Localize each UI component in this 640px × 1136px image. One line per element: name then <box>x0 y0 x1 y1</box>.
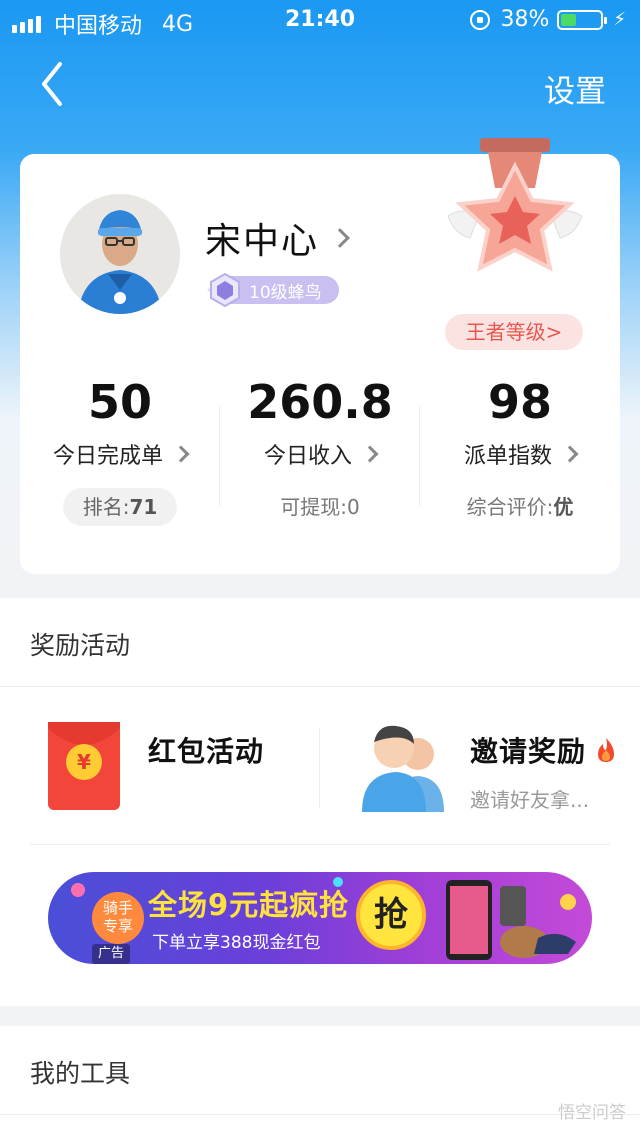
stat-dispatch-link[interactable]: 派单指数 <box>420 438 620 470</box>
stat-label: 今日收入 <box>263 444 352 469</box>
stat-value: 260.8 <box>247 375 393 429</box>
level-label: 10级蜂鸟 <box>249 282 322 303</box>
chevron-right-icon <box>330 228 350 248</box>
rating-label: 综合评价: <box>466 495 554 519</box>
stat-completed-orders: 50 今日完成单 排名:71 <box>20 372 220 526</box>
user-name: 宋中心 <box>205 221 320 262</box>
rank-pill: 排名:71 <box>62 488 178 526</box>
stat-value: 50 <box>87 375 152 429</box>
withdrawable-label: 可提现: <box>280 495 347 519</box>
medal-icon <box>447 138 583 272</box>
rewards-section: 奖励活动 ¥ 红包活动 邀请奖励 邀请好友拿... 骑手 专享 全场9元起疯抢 … <box>0 598 640 1006</box>
section-title: 奖励活动 <box>30 631 131 660</box>
chevron-left-icon <box>42 62 62 106</box>
tag-line: 专享 <box>102 917 133 935</box>
chevron-right-icon <box>561 445 579 463</box>
divider <box>0 1114 640 1115</box>
users-icon <box>362 725 444 812</box>
nav-bar: 设置 <box>0 44 640 128</box>
invite-reward[interactable]: 邀请奖励 邀请好友拿... <box>320 716 640 826</box>
stat-dispatch-index: 98 派单指数 综合评价:优 <box>420 372 620 526</box>
charging-icon: ⚡ <box>613 9 626 30</box>
reward-subtitle: 邀请好友拿... <box>470 788 590 812</box>
tools-section: 我的工具 <box>0 1026 640 1136</box>
stat-income-link[interactable]: 今日收入 <box>220 438 420 470</box>
ad-label: 广告 <box>92 944 131 964</box>
battery-icon <box>557 9 608 30</box>
status-bar: 中国移动 4G 21:40 38% ⚡ <box>0 0 640 40</box>
profile-name-link[interactable]: 宋中心 <box>205 212 350 264</box>
stat-label: 派单指数 <box>463 444 552 469</box>
back-button[interactable] <box>30 56 80 112</box>
withdrawable-value: 0 <box>347 495 360 519</box>
level-badge: 10级蜂鸟 <box>207 272 339 308</box>
king-level-button[interactable]: 王者等级> <box>445 314 583 350</box>
profile-card: 宋中心 10级蜂鸟 王者等级> 50 今日完成单 排名:71 260.8 今日收… <box>20 138 620 574</box>
svg-text:¥: ¥ <box>77 750 91 774</box>
promo-banner[interactable]: 骑手 专享 全场9元起疯抢 下单立享388现金红包 抢 广告 <box>48 872 592 964</box>
rider-exclusive-tag: 骑手 专享 <box>92 892 144 944</box>
section-title: 我的工具 <box>30 1059 131 1088</box>
stat-sub: 排名:71 <box>20 488 220 526</box>
stat-sub: 可提现:0 <box>220 488 420 526</box>
chevron-right-icon <box>172 445 190 463</box>
grab-button[interactable]: 抢 <box>356 880 426 950</box>
reward-title: 红包活动 <box>148 735 265 768</box>
watermark: 悟空问答 <box>558 1103 626 1123</box>
banner-subtitle: 下单立享388现金红包 <box>152 933 321 953</box>
rotation-lock-icon <box>470 9 491 30</box>
stat-value: 98 <box>487 375 552 429</box>
rank-value: 71 <box>129 495 158 519</box>
rank-label: 排名: <box>82 495 130 519</box>
banner-title: 全场9元起疯抢 <box>148 888 350 922</box>
chevron-right-icon <box>361 445 379 463</box>
divider <box>0 686 640 687</box>
reward-title: 邀请奖励 <box>470 735 587 768</box>
stat-income: 260.8 今日收入 可提现:0 <box>220 372 420 526</box>
fire-icon <box>598 738 615 762</box>
red-packet-activity[interactable]: ¥ 红包活动 <box>0 716 320 826</box>
stat-completed-link[interactable]: 今日完成单 <box>20 438 220 470</box>
divider <box>30 844 610 845</box>
stat-sub: 综合评价:优 <box>420 488 620 526</box>
stat-label: 今日完成单 <box>52 444 163 469</box>
battery-percent: 38% <box>500 7 550 32</box>
red-envelope-icon: ¥ <box>48 722 120 810</box>
gem-icon <box>207 272 240 308</box>
avatar[interactable] <box>60 194 180 314</box>
settings-button[interactable]: 设置 <box>544 66 606 111</box>
rating-value: 优 <box>553 495 574 519</box>
tag-line: 骑手 <box>102 899 133 917</box>
